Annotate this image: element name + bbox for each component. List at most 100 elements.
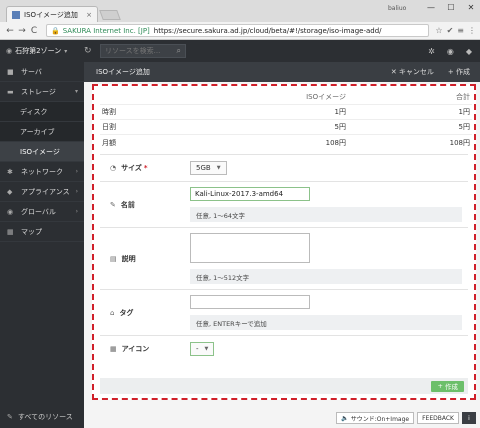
cancel-button[interactable]: ✕ キャンセル — [391, 67, 434, 77]
window-controls: — ☐ ✕ — [426, 3, 476, 12]
description-field[interactable] — [190, 233, 310, 263]
sidebar-item-archive[interactable]: アーカイブ — [0, 122, 84, 142]
all-resources-label: すべてのリソース — [17, 413, 73, 421]
size-label-text: サイズ — [121, 164, 142, 172]
refresh-icon[interactable]: ↻ — [84, 46, 100, 56]
sidebar-item-appliance[interactable]: ◆ アプライアンス › — [0, 182, 84, 202]
settings-icon[interactable]: ✲ — [428, 47, 435, 56]
account-icon[interactable]: ◉ — [447, 47, 454, 56]
server-icon: ■ — [7, 67, 14, 76]
tags-field[interactable] — [190, 295, 310, 309]
url-field[interactable]: 🔒 SAKURA Internet Inc. [JP] https://secu… — [46, 24, 430, 37]
sidebar-item-label: アプライアンス — [21, 187, 70, 196]
price-cell: 1円 — [458, 108, 470, 116]
extension-menu-icon[interactable]: ≡ — [457, 26, 464, 35]
close-window-button[interactable]: ✕ — [466, 3, 476, 12]
chevron-down-icon: ▼ — [204, 346, 209, 352]
cancel-label: キャンセル — [398, 68, 434, 76]
storage-icon: ▬ — [7, 87, 14, 96]
price-table: ISOイメージ 合計 時割 1円 1円 日割 5円 5円 月額 108円 108… — [100, 90, 472, 150]
maximize-button[interactable]: ☐ — [446, 3, 456, 12]
sidebar-item-server[interactable]: ■ サーバ — [0, 62, 84, 82]
sidebar-item-map[interactable]: ▦ マップ — [0, 222, 84, 242]
price-row: 時割 1円 1円 — [100, 105, 472, 120]
global-icon: ◉ — [7, 207, 14, 216]
tab-close-icon[interactable]: × — [86, 11, 92, 19]
browser-menu-icon[interactable]: ⋮ — [468, 26, 476, 35]
price-cell: 108円 — [449, 138, 470, 147]
main-panel: ISOイメージ追加 ✕ キャンセル + 作成 ISOイメージ 合計 時割 1円 … — [84, 62, 480, 428]
tags-row: ⌂ タグ 任意, ENTERキーで追加 — [100, 289, 468, 335]
sidebar-item-storage[interactable]: ▬ ストレージ ▾ — [0, 82, 84, 102]
map-icon: ▦ — [7, 227, 14, 236]
create-header-label: 作成 — [456, 68, 470, 76]
page-title: ISOイメージ追加 — [96, 68, 150, 76]
size-icon: ◔ — [110, 164, 117, 172]
description-label: ▤ 説明 — [100, 228, 190, 289]
new-tab-button[interactable] — [99, 10, 121, 20]
price-header-row: ISOイメージ 合計 — [100, 90, 472, 105]
sidebar-item-global[interactable]: ◉ グローバル › — [0, 202, 84, 222]
reload-button[interactable]: C — [28, 26, 40, 36]
all-resources-link[interactable]: ✎ すべてのリソース — [0, 412, 84, 422]
network-icon: ✱ — [7, 167, 13, 176]
appliance-icon: ◆ — [7, 187, 13, 196]
sidebar-item-label: ストレージ — [21, 87, 56, 96]
browser-tab[interactable]: ISOイメージ追加 × — [6, 6, 98, 22]
sidebar-item-label: サーバ — [21, 67, 42, 76]
extension-check-icon[interactable]: ✔ — [447, 26, 454, 35]
pencil-icon: ✎ — [110, 200, 116, 209]
price-cell: 月額 — [102, 138, 116, 147]
chevron-down-icon: ▼ — [216, 165, 221, 171]
app-topbar: ◉ 石狩第2ゾーン ▾ ↻ ⌕ ✲ ◉ ◆ — [0, 40, 480, 62]
info-button[interactable]: i — [462, 412, 476, 424]
description-row: ▤ 説明 任意, 1〜512文字 — [100, 227, 468, 289]
create-header-button[interactable]: + 作成 — [448, 67, 470, 77]
minimize-button[interactable]: — — [426, 3, 436, 12]
price-cell: 5円 — [334, 123, 346, 131]
feedback-button[interactable]: FEEDBACK — [417, 412, 459, 424]
size-row: ◔ サイズ * 5GB ▼ — [100, 154, 468, 181]
zone-label: 石狩第2ゾーン — [15, 47, 62, 55]
sidebar-item-label: マップ — [21, 227, 42, 236]
search-icon[interactable]: ⌕ — [177, 46, 181, 56]
lock-icon: 🔒 — [51, 26, 60, 35]
tag-icon: ⌂ — [110, 308, 115, 317]
icon-label-text: アイコン — [121, 345, 150, 353]
name-row: ✎ 名前 任意, 1〜64文字 — [100, 181, 468, 227]
sidebar-item-label: アーカイブ — [20, 127, 55, 136]
forward-button[interactable]: → — [16, 26, 28, 36]
icon-value: - — [196, 345, 199, 353]
create-button-label: 作成 — [445, 383, 458, 391]
required-marker: * — [143, 164, 148, 172]
zone-selector[interactable]: ◉ 石狩第2ゾーン ▾ — [0, 46, 84, 56]
price-row: 月額 108円 108円 — [100, 135, 472, 150]
chevron-right-icon: › — [75, 208, 78, 215]
back-button[interactable]: ← — [4, 26, 16, 36]
sidebar-item-iso-image[interactable]: ISOイメージ — [0, 142, 84, 162]
price-cell: 5円 — [458, 123, 470, 131]
browser-titlebar: ISOイメージ追加 × baliuo — ☐ ✕ — [0, 0, 480, 22]
size-value: 5GB — [196, 164, 211, 172]
sound-toggle[interactable]: 🔈 サウンド:On+Image — [336, 412, 415, 424]
status-bar: 🔈 サウンド:On+Image FEEDBACK i — [84, 408, 480, 428]
tags-label: ⌂ タグ — [100, 290, 190, 335]
icon-label: ▦ アイコン — [100, 336, 190, 362]
chevron-down-icon: ▾ — [74, 88, 78, 95]
sidebar-item-network[interactable]: ✱ ネットワーク › — [0, 162, 84, 182]
create-button[interactable]: + 作成 — [431, 380, 464, 392]
form-footer: + 作成 — [100, 378, 468, 394]
help-icon[interactable]: ◆ — [466, 47, 472, 56]
description-label-text: 説明 — [121, 254, 136, 263]
sidebar-item-disk[interactable]: ディスク — [0, 102, 84, 122]
bookmark-star-icon[interactable]: ☆ — [435, 26, 442, 35]
wrench-icon: ✎ — [7, 413, 13, 421]
size-select[interactable]: 5GB ▼ — [190, 161, 227, 175]
sound-label: サウンド:On+Image — [350, 415, 410, 423]
icon-select[interactable]: - ▼ — [190, 342, 215, 356]
search-input[interactable] — [105, 45, 177, 57]
name-field[interactable] — [190, 187, 310, 201]
price-header-cell: ISOイメージ — [306, 93, 346, 101]
profile-name[interactable]: baliuo — [388, 5, 406, 12]
globe-icon: ◉ — [6, 47, 13, 55]
